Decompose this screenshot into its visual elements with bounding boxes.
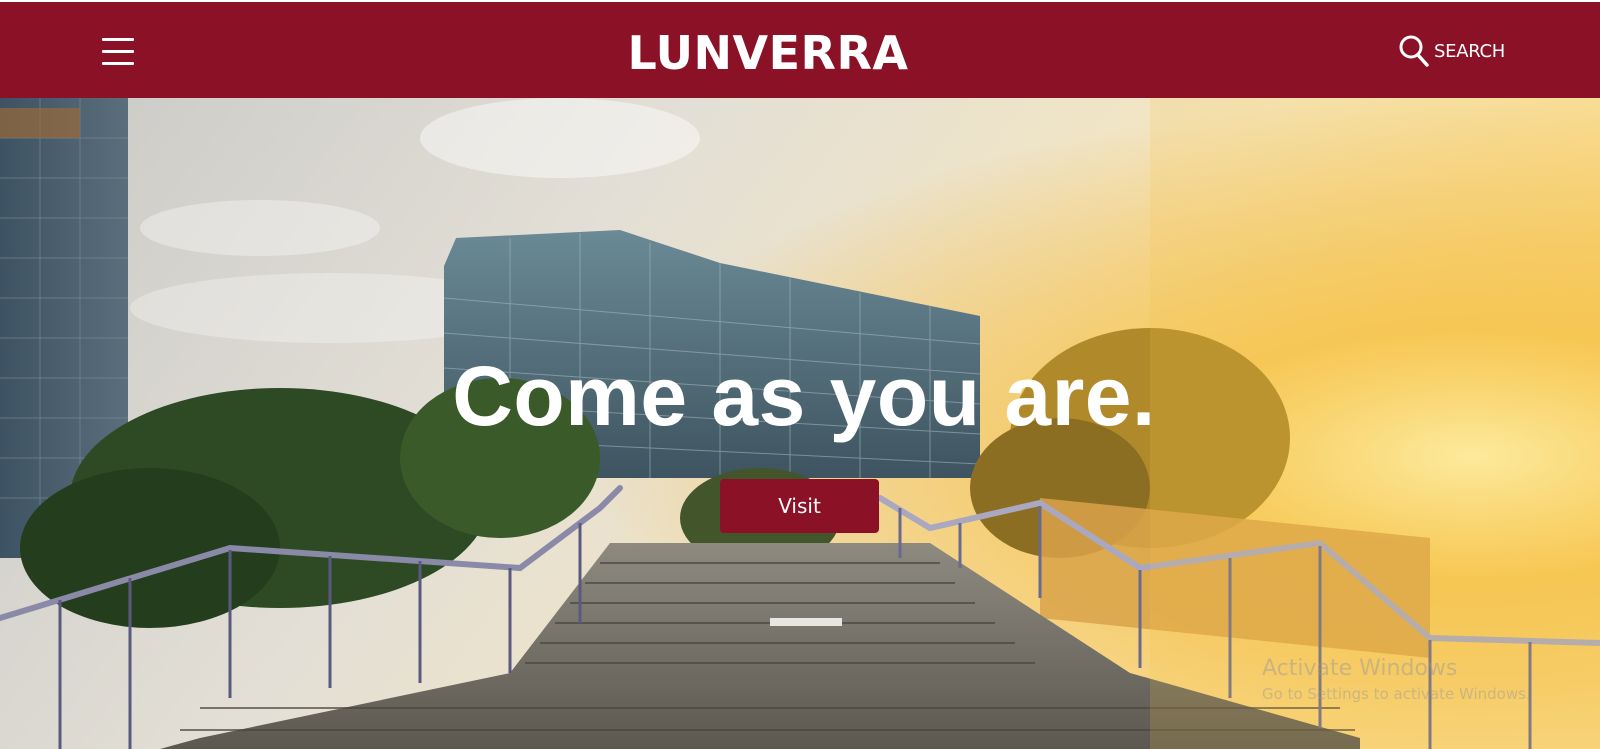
watermark-subtitle: Go to Settings to activate Windows.: [1262, 685, 1531, 703]
search-label: SEARCH: [1434, 40, 1506, 62]
site-logo[interactable]: LUNVERRA: [0, 26, 1536, 80]
windows-activation-watermark: Activate Windows Go to Settings to activ…: [1262, 656, 1531, 703]
watermark-title: Activate Windows: [1262, 656, 1458, 681]
site-header: LUNVERRA SEARCH: [0, 2, 1600, 98]
hero-tagline: Come as you are.: [452, 349, 1156, 443]
hero-banner: Come as you are. Visit Activate Windows …: [0, 98, 1600, 749]
visit-button[interactable]: Visit: [720, 479, 879, 533]
search-icon: [1399, 35, 1429, 67]
search-button[interactable]: SEARCH: [1398, 33, 1505, 69]
